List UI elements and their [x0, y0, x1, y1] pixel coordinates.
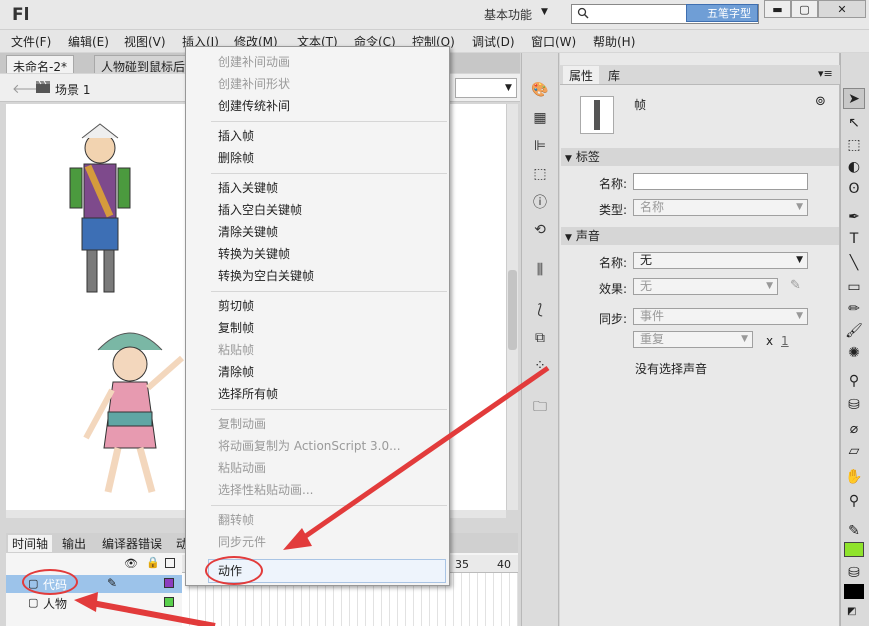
arrow-head: [74, 592, 98, 612]
annotation-arrows: [74, 365, 550, 626]
annotation-arrow-to-layer: [91, 600, 216, 626]
arrow-head: [283, 528, 312, 550]
annotation-arrow-to-actions: [298, 365, 550, 543]
